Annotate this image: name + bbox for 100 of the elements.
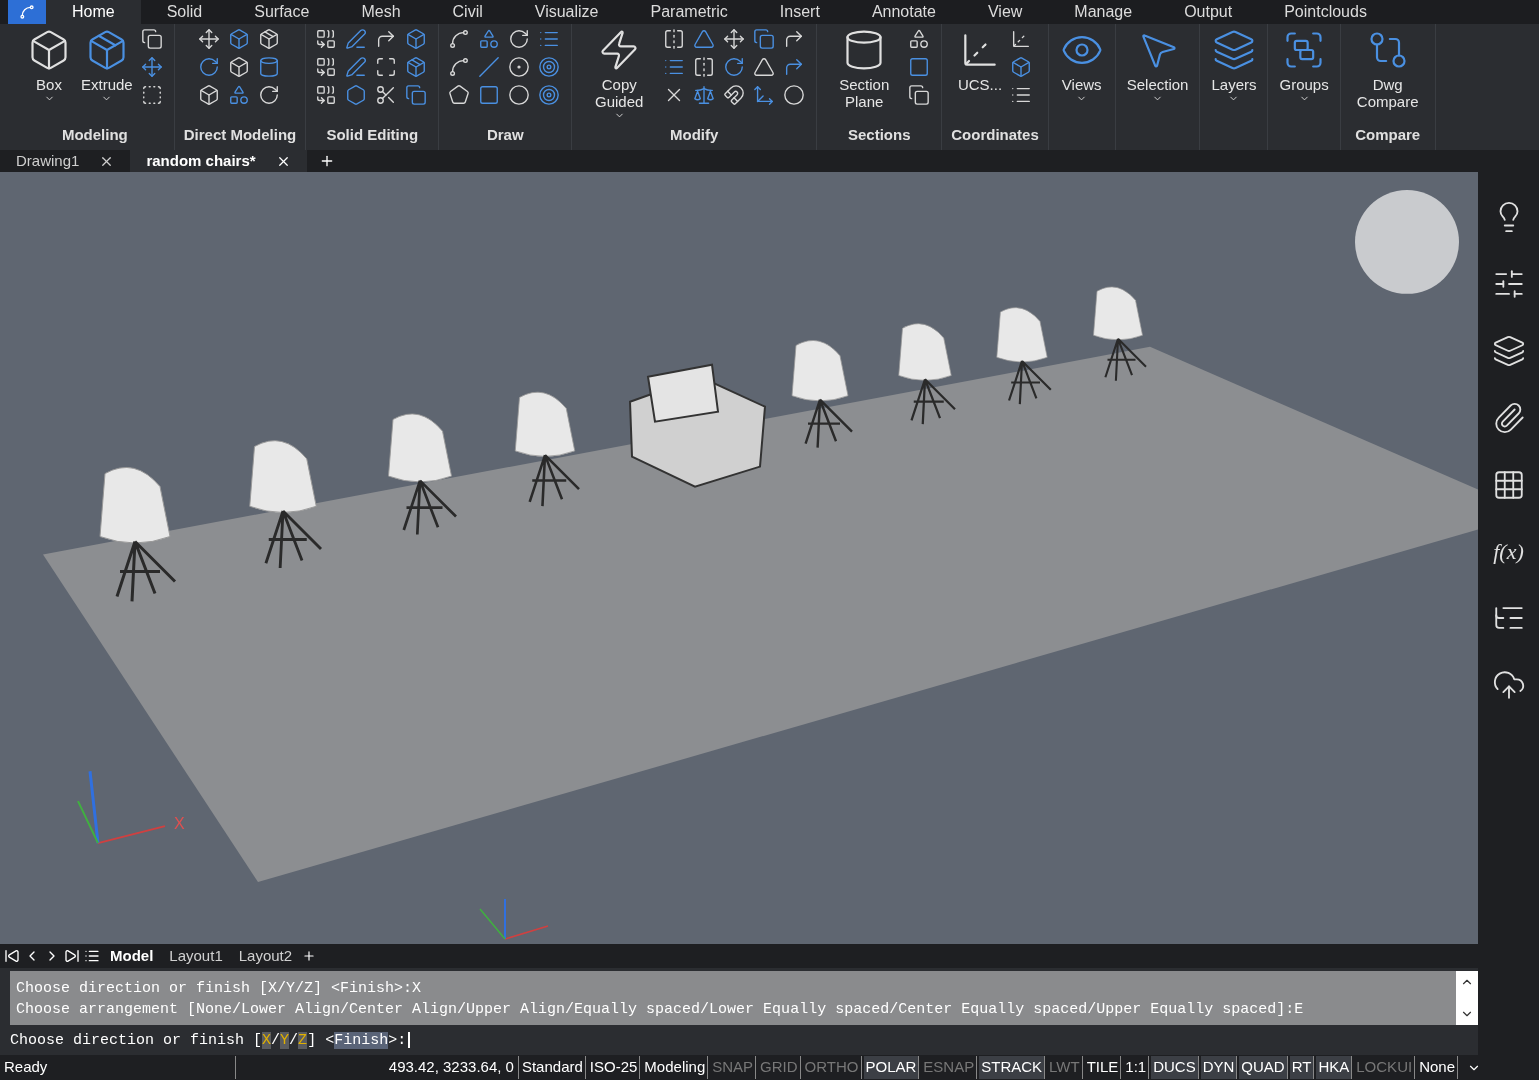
panel-title: Compare — [1355, 124, 1421, 145]
status-toggle[interactable]: HKA — [1316, 1056, 1353, 1079]
line-icon[interactable] — [478, 56, 501, 78]
target-icon[interactable] — [538, 56, 561, 78]
function-button[interactable]: f(x) — [1493, 535, 1524, 568]
first-icon[interactable] — [4, 948, 20, 964]
ribbon-tab[interactable]: Parametric — [624, 0, 754, 24]
cube-icon[interactable] — [197, 84, 220, 106]
rotate-icon[interactable] — [723, 56, 746, 78]
cube-icon[interactable] — [227, 28, 250, 50]
ribbon-tab[interactable]: Surface — [228, 0, 336, 24]
copy-icon[interactable] — [405, 84, 428, 106]
pencil-icon[interactable] — [345, 28, 368, 50]
add-layout-icon[interactable] — [302, 949, 317, 963]
panel-title: Draw — [486, 124, 524, 145]
ribbon-tab[interactable]: Pointclouds — [1258, 0, 1393, 24]
status-field[interactable]: None — [1417, 1056, 1458, 1079]
shapes-icon[interactable] — [908, 28, 931, 50]
package-icon[interactable] — [257, 28, 280, 50]
rotate-icon[interactable] — [257, 84, 280, 106]
ribbon-tab[interactable]: View — [961, 0, 1049, 24]
ribbon-large-button[interactable]: UCS... — [955, 28, 1005, 93]
status-toggle[interactable]: QUAD — [1239, 1056, 1288, 1079]
last-icon[interactable] — [64, 948, 80, 964]
list-icon[interactable] — [84, 948, 100, 964]
layout-tab[interactable]: Model — [104, 944, 160, 968]
status-toggle[interactable]: LWT — [1047, 1056, 1083, 1079]
ribbon-tab[interactable]: Annotate — [845, 0, 962, 24]
copy-icon[interactable] — [753, 28, 776, 50]
ribbon-large-button[interactable]: Extrude — [79, 28, 135, 104]
cube-icon[interactable] — [1010, 56, 1033, 78]
status-field[interactable]: Modeling — [642, 1056, 709, 1079]
ribbon-tab[interactable]: Visualize — [508, 0, 625, 24]
rotate-icon[interactable] — [197, 56, 220, 78]
ribbon-large-button[interactable]: Layers — [1209, 28, 1259, 104]
status-field[interactable]: Standard — [519, 1056, 586, 1079]
panel-title: Coordinates — [951, 124, 1039, 145]
status-field[interactable]: 1:1 — [1123, 1056, 1150, 1079]
command-prompt-field[interactable]: Choose direction or finish [X/Y/Z] <Finish>: — [10, 1030, 1478, 1053]
hexagon-icon[interactable] — [345, 84, 368, 106]
panel-title: Sections — [847, 124, 911, 145]
logo-icon — [19, 4, 35, 20]
status-toggle[interactable]: LOCKUI — [1354, 1056, 1416, 1079]
square-icon[interactable] — [478, 84, 501, 106]
arc-icon[interactable] — [448, 28, 471, 50]
document-tab[interactable]: random chairs* — [130, 150, 307, 172]
frame-icon[interactable] — [140, 84, 163, 106]
ribbon-tab[interactable]: Mesh — [335, 0, 427, 24]
status-toggle[interactable]: ORTHO — [802, 1056, 862, 1079]
ucs-axes-icon — [77, 771, 166, 845]
status-field[interactable]: TILE — [1084, 1056, 1122, 1079]
cube-icon[interactable] — [405, 28, 428, 50]
shapes-icon[interactable] — [227, 84, 250, 106]
triangle-icon[interactable] — [693, 28, 716, 50]
app-logo[interactable] — [8, 0, 46, 24]
magnet-icon[interactable] — [723, 84, 746, 106]
layout-tab[interactable]: Layout1 — [163, 944, 229, 968]
status-toggle[interactable]: ESNAP — [921, 1056, 978, 1079]
status-toggle[interactable]: POLAR — [863, 1056, 920, 1079]
ribbon-large-button[interactable]: Views — [1057, 28, 1106, 104]
ribbon-large-button[interactable]: Groups — [1277, 28, 1331, 104]
ribbon-tab[interactable]: Home — [46, 0, 141, 24]
ribbon-large-button[interactable]: Section Plane — [826, 28, 903, 110]
status-toggle[interactable]: GRID — [758, 1056, 801, 1079]
layers-icon[interactable] — [1491, 334, 1526, 368]
pencil-icon[interactable] — [345, 56, 368, 78]
ribbon-large-button[interactable]: Box — [25, 28, 73, 104]
panel-title: Solid Editing — [326, 124, 419, 145]
status-field[interactable]: ISO-25 — [587, 1056, 641, 1079]
circle-icon[interactable] — [508, 56, 531, 78]
ribbon-tab[interactable]: Civil — [426, 0, 509, 24]
ribbon-tab[interactable]: Insert — [753, 0, 846, 24]
layout-tab[interactable]: Layout2 — [232, 944, 299, 968]
scale-icon[interactable] — [693, 84, 716, 106]
ribbon-large-button[interactable]: Dwg Compare — [1349, 28, 1426, 110]
scrollbar[interactable] — [1456, 971, 1478, 1025]
command-history-line: Choose arrangement [None/Lower Align/Center Align/Upper Align/Equally spaced/Lower Equally spaced/Center Equally spaced/Upper Equally spaced]:E — [16, 1000, 1305, 1020]
package-icon[interactable] — [405, 56, 428, 78]
coordinates: 493.42, 3233.64, 0 — [388, 1056, 519, 1079]
spline-icon[interactable] — [448, 56, 471, 78]
panel-title: Modify — [670, 124, 719, 145]
document-tab[interactable]: Drawing1 — [0, 150, 131, 172]
shapes-icon[interactable] — [478, 28, 501, 50]
ribbon-tab[interactable]: Manage — [1048, 0, 1159, 24]
circle-icon[interactable] — [783, 84, 806, 106]
status-toggle[interactable]: SNAP — [710, 1056, 757, 1079]
command-history-line: Choose direction or finish [X/Y/Z] <Finish>:X — [16, 979, 423, 999]
ribbon-tab[interactable]: Solid — [140, 0, 229, 24]
status-toggle[interactable]: RT — [1289, 1056, 1315, 1079]
panel-title: Modeling — [61, 124, 128, 145]
status-toggle[interactable]: STRACK — [979, 1056, 1046, 1079]
ribbon-tab[interactable]: Output — [1158, 0, 1259, 24]
pentagon-icon[interactable] — [448, 84, 471, 106]
status-toggle[interactable]: DUCS — [1151, 1056, 1199, 1079]
cylinder-icon[interactable] — [257, 56, 280, 78]
cube-icon[interactable] — [227, 56, 250, 78]
status-toggle[interactable]: DYN — [1200, 1056, 1238, 1079]
ribbon-large-button[interactable]: Copy Guided — [581, 28, 658, 121]
ribbon-large-button[interactable]: Selection — [1124, 28, 1191, 104]
copy-icon[interactable] — [908, 84, 931, 106]
